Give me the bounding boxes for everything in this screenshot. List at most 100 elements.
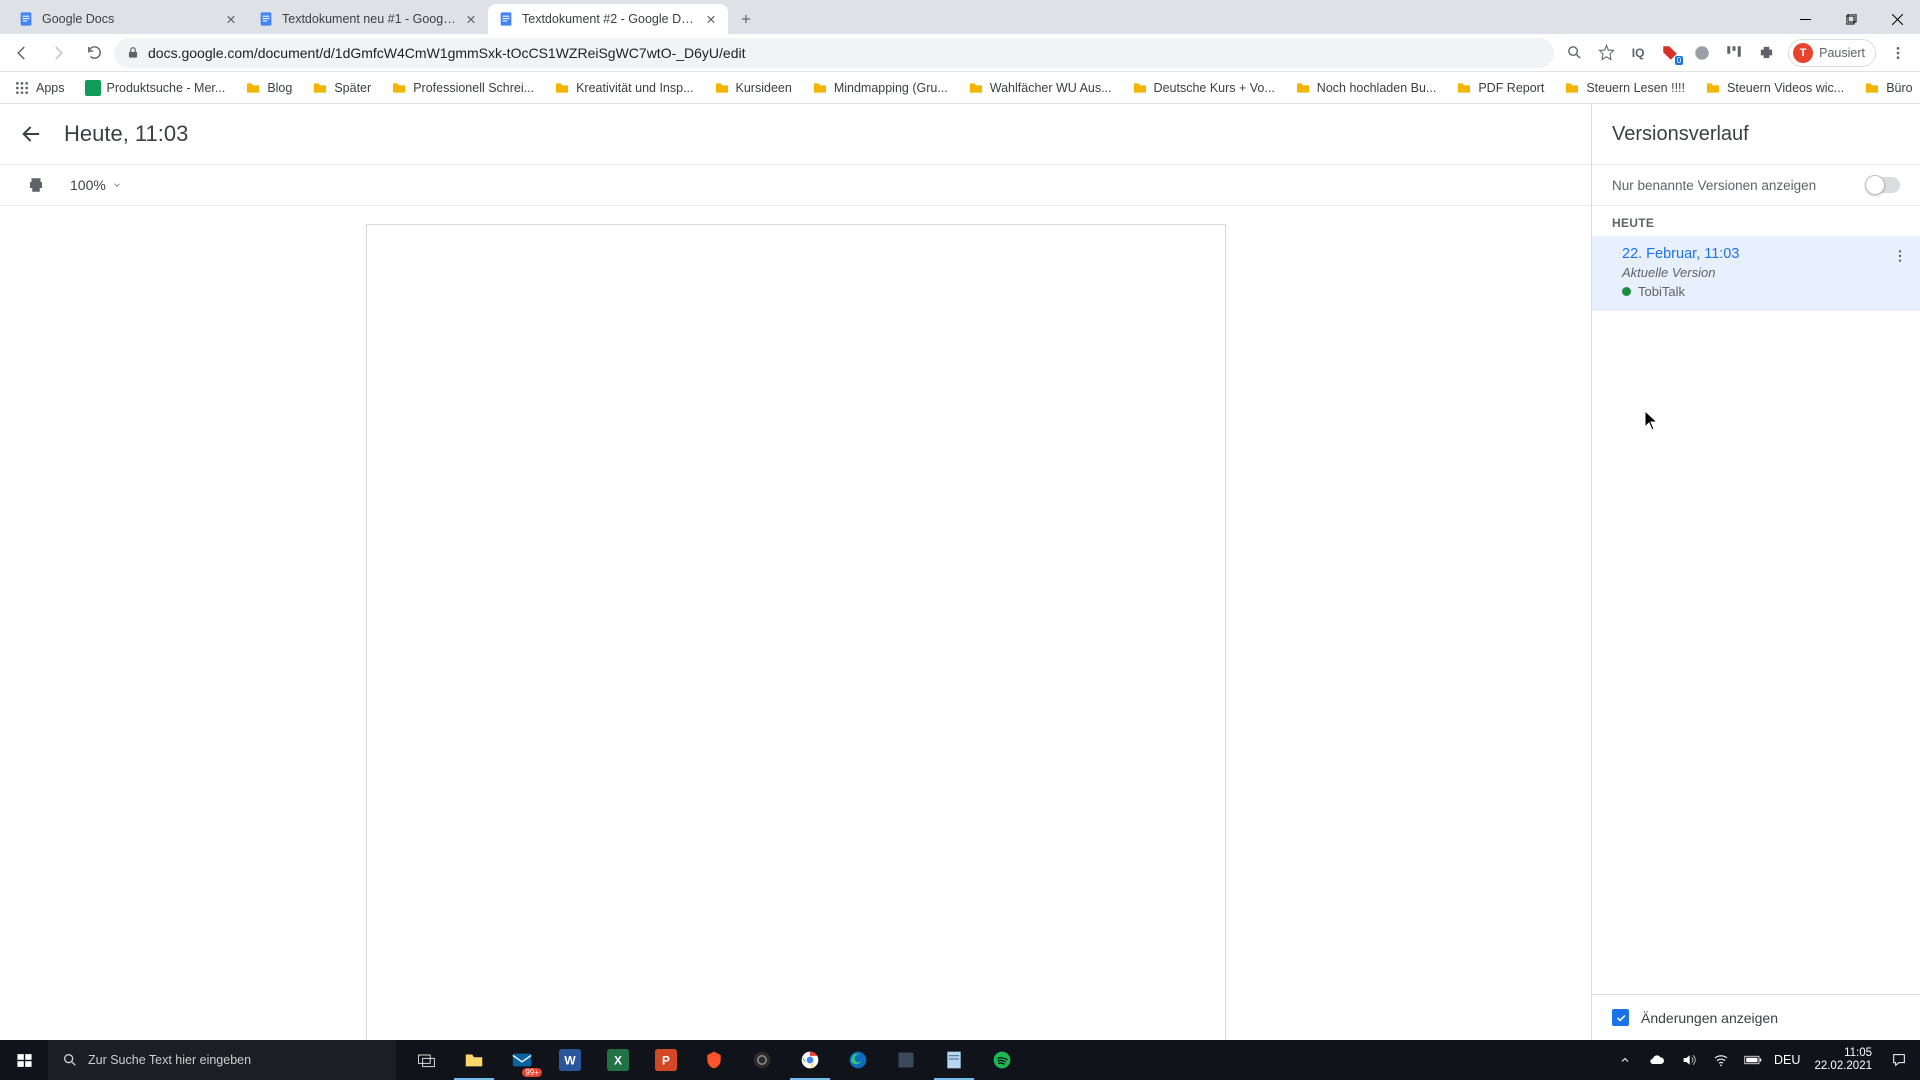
action-center-button[interactable] xyxy=(1886,1052,1912,1068)
extension-grid-icon[interactable] xyxy=(1724,43,1744,63)
docs-icon xyxy=(18,11,34,27)
version-item[interactable]: 22. Februar, 11:03 Aktuelle Version Tobi… xyxy=(1592,236,1920,311)
taskbar-app-spotify[interactable] xyxy=(978,1040,1026,1080)
taskbar-app-obs[interactable] xyxy=(738,1040,786,1080)
avatar: T xyxy=(1793,43,1813,63)
document-toolbar: 100% xyxy=(0,164,1591,206)
folder-icon xyxy=(1456,80,1472,96)
excel-icon: X xyxy=(607,1049,629,1071)
taskbar-app-word[interactable]: W xyxy=(546,1040,594,1080)
bookmark-item[interactable]: Blog xyxy=(237,75,300,101)
bookmark-item[interactable]: Büro xyxy=(1856,75,1920,101)
close-icon[interactable]: ✕ xyxy=(704,12,718,26)
version-menu-button[interactable] xyxy=(1892,248,1908,264)
zoom-icon[interactable] xyxy=(1564,43,1584,63)
extension-circle-icon[interactable] xyxy=(1692,43,1712,63)
taskbar-app-excel[interactable]: X xyxy=(594,1040,642,1080)
browser-tab[interactable]: Google Docs ✕ xyxy=(8,4,248,34)
clock-time: 11:05 xyxy=(1844,1047,1872,1060)
maximize-button[interactable] xyxy=(1828,4,1874,34)
bookmark-item[interactable]: Später xyxy=(304,75,379,101)
tray-overflow-button[interactable] xyxy=(1614,1054,1636,1066)
plus-icon xyxy=(739,12,753,26)
apps-label: Apps xyxy=(36,81,65,95)
taskbar-app-brave[interactable] xyxy=(690,1040,738,1080)
tray-battery-icon[interactable] xyxy=(1742,1054,1764,1066)
bookmark-label: Büro xyxy=(1886,81,1912,95)
taskbar-app-explorer[interactable] xyxy=(450,1040,498,1080)
bookmark-item[interactable]: Kursideen xyxy=(706,75,800,101)
folder-icon xyxy=(391,80,407,96)
document-canvas[interactable] xyxy=(0,206,1591,1040)
close-icon[interactable]: ✕ xyxy=(464,12,478,26)
search-icon xyxy=(62,1052,78,1068)
folder-icon xyxy=(1295,80,1311,96)
bookmark-item[interactable]: PDF Report xyxy=(1448,75,1552,101)
docs-icon xyxy=(258,11,274,27)
history-back-button[interactable] xyxy=(18,121,44,147)
svg-text:X: X xyxy=(614,1054,622,1068)
bookmark-item[interactable]: Steuern Videos wic... xyxy=(1697,75,1852,101)
folder-icon xyxy=(245,80,261,96)
url-input[interactable]: docs.google.com/document/d/1dGmfcW4CmW1g… xyxy=(114,38,1554,68)
cloud-icon xyxy=(1649,1052,1665,1068)
named-only-row: Nur benannte Versionen anzeigen xyxy=(1592,164,1920,206)
bookmark-item[interactable]: Deutsche Kurs + Vo... xyxy=(1124,75,1283,101)
battery-icon xyxy=(1744,1054,1762,1066)
author-name: TobiTalk xyxy=(1638,284,1685,299)
forward-button[interactable] xyxy=(42,37,74,69)
extension-iq-icon[interactable]: IQ xyxy=(1628,43,1648,63)
extensions-puzzle-icon[interactable] xyxy=(1756,43,1776,63)
bookmark-item[interactable]: Produktsuche - Mer... xyxy=(77,75,234,101)
bookmark-label: Steuern Lesen !!!! xyxy=(1586,81,1685,95)
folder-icon xyxy=(1864,80,1880,96)
bookmark-item[interactable]: Mindmapping (Gru... xyxy=(804,75,956,101)
close-window-button[interactable] xyxy=(1874,4,1920,34)
bookmark-label: Deutsche Kurs + Vo... xyxy=(1154,81,1275,95)
chrome-menu-icon[interactable] xyxy=(1888,43,1908,63)
folder-icon xyxy=(554,80,570,96)
svg-text:W: W xyxy=(564,1054,576,1068)
named-only-toggle[interactable] xyxy=(1866,177,1900,193)
taskbar-search[interactable]: Zur Suche Text hier eingeben xyxy=(48,1040,396,1080)
bookmark-item[interactable]: Professionell Schrei... xyxy=(383,75,542,101)
show-changes-label: Änderungen anzeigen xyxy=(1641,1010,1778,1026)
tray-wifi-icon[interactable] xyxy=(1710,1052,1732,1068)
tray-onedrive-icon[interactable] xyxy=(1646,1052,1668,1068)
taskbar-app-mail[interactable]: 99+ xyxy=(498,1040,546,1080)
taskbar-app-powerpoint[interactable]: P xyxy=(642,1040,690,1080)
taskbar-app-edge[interactable] xyxy=(834,1040,882,1080)
browser-tab-active[interactable]: Textdokument #2 - Google Docs ✕ xyxy=(488,4,728,34)
taskbar-app-generic1[interactable] xyxy=(882,1040,930,1080)
zoom-select[interactable]: 100% xyxy=(64,171,128,199)
window-controls xyxy=(1782,4,1920,34)
start-button[interactable] xyxy=(0,1040,48,1080)
reload-button[interactable] xyxy=(78,37,110,69)
new-tab-button[interactable] xyxy=(732,5,760,33)
folder-icon xyxy=(463,1049,485,1071)
bookmark-item[interactable]: Wahlfächer WU Aus... xyxy=(960,75,1120,101)
task-view-button[interactable] xyxy=(402,1040,450,1080)
apps-button[interactable]: Apps xyxy=(6,75,73,101)
folder-icon xyxy=(1132,80,1148,96)
back-button[interactable] xyxy=(6,37,38,69)
minimize-button[interactable] xyxy=(1782,4,1828,34)
docs-icon xyxy=(498,11,514,27)
profile-button[interactable]: T Pausiert xyxy=(1788,39,1876,67)
print-button[interactable] xyxy=(22,171,50,199)
show-changes-checkbox[interactable] xyxy=(1612,1009,1629,1026)
bookmark-item[interactable]: Steuern Lesen !!!! xyxy=(1556,75,1693,101)
tray-clock[interactable]: 11:05 22.02.2021 xyxy=(1810,1047,1876,1073)
extension-tag-icon[interactable]: 0 xyxy=(1660,43,1680,63)
taskbar-app-chrome[interactable] xyxy=(786,1040,834,1080)
browser-tab[interactable]: Textdokument neu #1 - Google D ✕ xyxy=(248,4,488,34)
bookmark-star-icon[interactable] xyxy=(1596,43,1616,63)
bookmark-item[interactable]: Kreativität und Insp... xyxy=(546,75,701,101)
taskbar-app-notepad[interactable] xyxy=(930,1040,978,1080)
tray-language[interactable]: DEU xyxy=(1774,1053,1800,1067)
check-icon xyxy=(1615,1012,1627,1024)
close-icon[interactable]: ✕ xyxy=(224,12,238,26)
tray-volume-icon[interactable] xyxy=(1678,1052,1700,1068)
app-icon xyxy=(896,1050,916,1070)
bookmark-item[interactable]: Noch hochladen Bu... xyxy=(1287,75,1445,101)
